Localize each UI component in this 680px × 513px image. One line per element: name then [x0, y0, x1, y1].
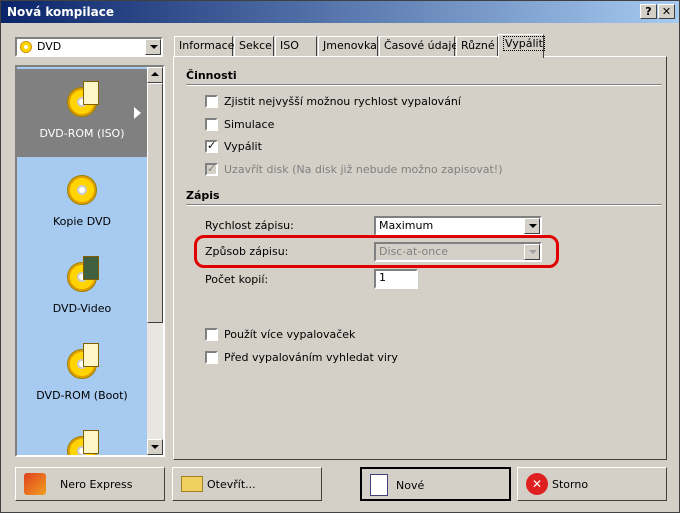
tab-label: Vypálit [503, 36, 545, 51]
new-compilation-window: Nová kompilace ? ✕ DVD DVD-ROM (ISO) Kop… [0, 0, 680, 513]
list-item-partial[interactable] [17, 418, 147, 455]
folder-open-icon [181, 476, 203, 492]
list-item-label: DVD-ROM (ISO) [39, 127, 125, 140]
divider [186, 204, 662, 206]
title-bar: Nová kompilace [1, 1, 679, 23]
document-icon [83, 430, 99, 454]
divider [186, 84, 662, 86]
label-finalize-disc: Uzavřít disk (Na disk již nebude možno z… [224, 163, 503, 176]
scroll-down-button[interactable] [147, 439, 163, 455]
tab-ruzne[interactable]: Různé [456, 36, 498, 56]
list-item-label: Kopie DVD [53, 215, 111, 228]
tab-jmenovka[interactable]: Jmenovka [318, 36, 378, 56]
tab-casove-udaje[interactable]: Časové údaje [379, 36, 458, 56]
check-mark-icon: ✓ [207, 139, 217, 152]
disc-type-value: DVD [37, 40, 62, 53]
compilation-type-list[interactable]: DVD-ROM (ISO) Kopie DVD DVD-Video DVD-RO… [15, 65, 165, 457]
cancel-icon: ✕ [526, 473, 548, 495]
scroll-thumb[interactable] [147, 83, 163, 323]
disc-type-select[interactable]: DVD [15, 37, 163, 57]
list-item-dvd-rom-iso[interactable]: DVD-ROM (ISO) [17, 69, 147, 157]
list-item-dvd-copy[interactable]: Kopie DVD [17, 157, 147, 245]
cancel-label: Storno [552, 478, 589, 491]
chevron-down-icon[interactable] [524, 218, 540, 234]
open-label: Otevřít... [207, 478, 256, 491]
list-item-label: DVD-Video [52, 302, 112, 315]
copies-input[interactable]: 1 [374, 269, 418, 289]
checkbox-finalize-disc: ✓ [205, 162, 218, 176]
film-icon [83, 256, 99, 280]
label-copies: Počet kopií: [205, 273, 269, 286]
document-icon [83, 81, 99, 105]
nero-express-button[interactable]: Nero Express [15, 467, 165, 501]
tab-iso[interactable]: ISO [275, 36, 317, 56]
list-scrollbar[interactable] [147, 67, 163, 455]
annotation-highlight [194, 235, 559, 268]
write-speed-select[interactable]: Maximum [374, 216, 542, 236]
checkbox-multiple-burners[interactable] [205, 328, 218, 341]
check-mark-icon: ✓ [207, 162, 217, 175]
write-speed-value: Maximum [379, 219, 434, 232]
section-title-zapis: Zápis [186, 189, 220, 202]
dvd-disc-icon [67, 175, 97, 205]
scroll-up-button[interactable] [147, 67, 163, 83]
tab-informace[interactable]: Informace [174, 36, 234, 56]
section-title-cinnosti: Činnosti [186, 69, 237, 82]
help-button[interactable]: ? [640, 4, 657, 19]
label-burn: Vypálit [224, 140, 262, 153]
checkbox-burn[interactable]: ✓ [205, 139, 218, 153]
tab-vypalit[interactable]: Vypálit [498, 34, 545, 58]
checkbox-simulation[interactable] [205, 118, 218, 131]
selected-arrow-icon [134, 107, 141, 119]
new-label: Nové [396, 479, 425, 492]
nero-express-icon [24, 473, 46, 495]
label-write-speed: Rychlost zápisu: [205, 219, 294, 232]
label-max-speed: Zjistit nejvyšší možnou rychlost vypalov… [224, 95, 461, 108]
label-virus-scan: Před vypalováním vyhledat viry [224, 351, 398, 364]
label-multiple-burners: Použít více vypalovaček [224, 328, 356, 341]
new-document-icon [370, 474, 388, 496]
dvd-disc-icon [20, 41, 32, 53]
list-item-dvd-rom-boot[interactable]: DVD-ROM (Boot) [17, 331, 147, 419]
open-button[interactable]: Otevřít... [172, 467, 322, 501]
chevron-down-icon[interactable] [145, 39, 161, 55]
label-simulation: Simulace [224, 118, 275, 131]
list-item-label: DVD-ROM (Boot) [36, 389, 128, 402]
new-button[interactable]: Nové [360, 467, 511, 501]
window-title: Nová kompilace [7, 5, 114, 19]
document-icon [83, 343, 99, 367]
checkbox-virus-scan[interactable] [205, 351, 218, 364]
cancel-button[interactable]: ✕ Storno [517, 467, 667, 501]
tab-sekce[interactable]: Sekce [234, 36, 274, 56]
close-button[interactable]: ✕ [658, 4, 675, 19]
checkbox-max-speed[interactable] [205, 95, 218, 108]
nero-express-label: Nero Express [60, 478, 133, 491]
list-item-dvd-video[interactable]: DVD-Video [17, 244, 147, 332]
